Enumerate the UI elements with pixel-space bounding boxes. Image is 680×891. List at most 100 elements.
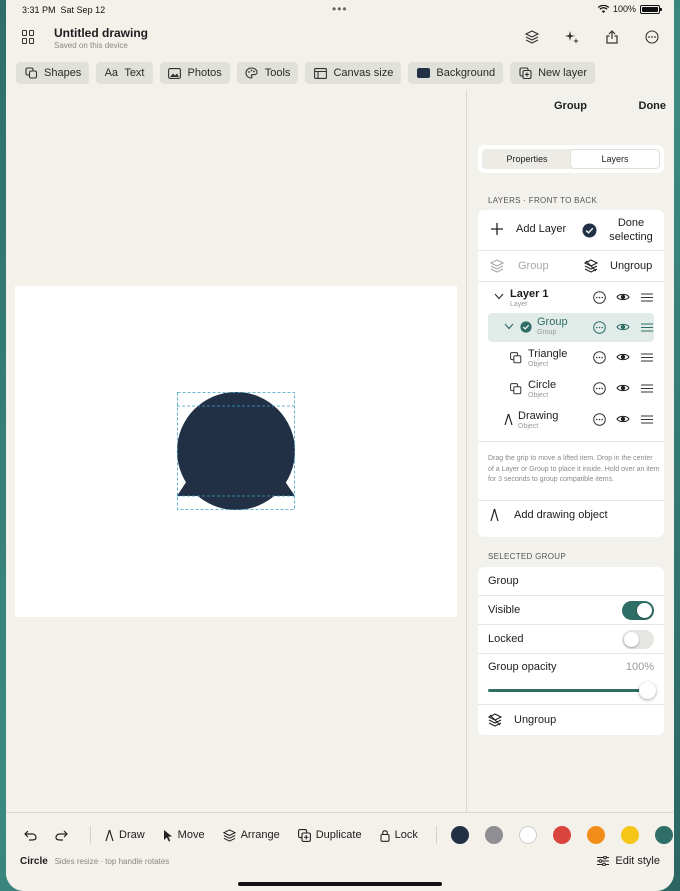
color-swatch[interactable] — [450, 826, 469, 844]
ungroup-button[interactable]: Ungroup — [584, 259, 652, 273]
layer-name: Drawing — [518, 410, 559, 422]
checkmark-circle-icon[interactable] — [520, 321, 532, 333]
layer-actions-row: Add Layer Done selecting — [478, 210, 664, 250]
drag-handle-icon[interactable] — [640, 413, 654, 425]
layer-row-drawing[interactable]: Drawing Object — [478, 404, 664, 435]
more-options-icon[interactable] — [592, 381, 606, 395]
undo-icon[interactable] — [24, 830, 37, 841]
locked-toggle[interactable] — [622, 630, 654, 649]
shape-object-icon — [510, 383, 522, 395]
eye-icon[interactable] — [616, 351, 630, 363]
layer-name: Layer 1 — [510, 288, 549, 300]
redo-icon[interactable] — [55, 830, 68, 841]
selected-group-shape[interactable] — [177, 392, 295, 510]
selected-group-name[interactable]: Group — [478, 567, 664, 595]
photos-button[interactable]: Photos — [159, 62, 230, 84]
color-swatch[interactable] — [586, 826, 605, 844]
status-time: 3:31 PM Sat Sep 12 — [22, 5, 106, 15]
canvas-size-button[interactable]: Canvas size — [305, 62, 402, 84]
color-swatch[interactable] — [654, 826, 673, 844]
move-button[interactable]: Move — [163, 829, 205, 842]
document-title[interactable]: Untitled drawing — [54, 26, 148, 40]
selection-hint: Sides resize · top handle rotates — [54, 857, 170, 866]
edit-style-button[interactable]: Edit style — [597, 855, 660, 867]
inspector-panel: Group Done Properties Layers LAYERS · FR… — [466, 90, 674, 812]
text-button[interactable]: Aa Text — [96, 62, 153, 84]
visible-toggle[interactable] — [622, 601, 654, 620]
more-options-icon[interactable] — [592, 320, 606, 334]
circle-shape[interactable] — [177, 392, 295, 510]
more-options-icon[interactable] — [592, 350, 606, 364]
group-button[interactable]: Group — [490, 259, 549, 273]
group-shape-graphic[interactable] — [177, 392, 295, 510]
chevron-down-icon[interactable] — [504, 323, 514, 330]
color-swatch[interactable] — [518, 826, 537, 844]
background-label: Background — [436, 67, 496, 79]
background-button[interactable]: Background — [408, 62, 504, 84]
layer-row-layer1[interactable]: Layer 1 Layer — [478, 282, 664, 313]
ungroup-row-label: Ungroup — [514, 714, 557, 726]
background-swatch-icon — [416, 67, 430, 79]
color-swatch[interactable] — [620, 826, 639, 844]
lock-button[interactable]: Lock — [380, 829, 418, 842]
tab-layers[interactable]: Layers — [571, 150, 659, 168]
draw-button[interactable]: Draw — [105, 829, 145, 842]
main-toolbar: Shapes Aa Text Photos Tools Canvas size … — [16, 62, 595, 84]
pointer-icon — [163, 829, 172, 841]
pen-nib-icon — [490, 508, 499, 522]
top-actions — [524, 29, 660, 45]
drag-handle-icon[interactable] — [640, 291, 654, 303]
add-drawing-object-button[interactable]: Add drawing object — [490, 508, 608, 522]
lock-label: Lock — [394, 829, 418, 841]
ungroup-row-button[interactable]: Ungroup — [478, 705, 664, 735]
layer-kind: Object — [528, 361, 549, 368]
arrange-button[interactable]: Arrange — [222, 828, 280, 842]
layer-row-circle[interactable]: Circle Object — [478, 373, 664, 404]
layer-row-triangle[interactable]: Triangle Object — [478, 342, 664, 373]
color-swatch[interactable] — [484, 826, 503, 844]
layer-kind: Object — [528, 392, 549, 399]
eye-icon[interactable] — [616, 321, 630, 333]
opacity-slider-track[interactable] — [488, 689, 654, 692]
chevron-down-icon[interactable] — [494, 293, 504, 300]
drag-handle-icon[interactable] — [640, 351, 654, 363]
opacity-slider-thumb[interactable] — [639, 682, 656, 699]
layer-kind: Layer — [510, 301, 528, 308]
multitasking-dots[interactable]: ••• — [332, 2, 348, 16]
eye-icon[interactable] — [616, 413, 630, 425]
eye-icon[interactable] — [616, 291, 630, 303]
duplicate-button[interactable]: Duplicate — [297, 828, 362, 842]
canvas-area[interactable] — [6, 90, 466, 812]
layer-kind: Object — [518, 423, 539, 430]
color-swatch[interactable] — [552, 826, 571, 844]
bottom-toolbar: Draw Move Arrange Duplicate Lock Circle — [6, 812, 674, 891]
more-options-icon[interactable] — [592, 412, 606, 426]
palette-icon — [245, 67, 259, 79]
add-layer-label: Add Layer — [516, 223, 567, 235]
more-icon[interactable] — [644, 29, 660, 45]
layer-row-group[interactable]: Group Group — [488, 313, 654, 342]
done-button[interactable]: Done — [639, 100, 667, 112]
more-options-icon[interactable] — [592, 290, 606, 304]
grid-icon[interactable] — [22, 30, 36, 44]
group-actions-row: Group Ungroup — [478, 251, 664, 281]
shapes-button[interactable]: Shapes — [16, 62, 90, 84]
edit-style-label: Edit style — [615, 855, 660, 867]
share-icon[interactable] — [604, 29, 620, 45]
tab-properties[interactable]: Properties — [483, 150, 571, 168]
drag-handle-icon[interactable] — [640, 382, 654, 394]
new-layer-button[interactable]: New layer — [510, 62, 595, 84]
bottom-tools-row: Draw Move Arrange Duplicate Lock — [24, 826, 674, 844]
selected-group-card: Group Visible Locked Group opacity 100% — [478, 567, 664, 735]
drag-handle-icon[interactable] — [640, 321, 654, 333]
done-selecting-button[interactable]: Done selecting — [582, 216, 657, 244]
tools-button[interactable]: Tools — [236, 62, 299, 84]
locked-row: Locked — [478, 625, 664, 653]
magic-sparkle-icon[interactable] — [564, 29, 580, 45]
home-indicator[interactable] — [238, 882, 442, 886]
canvas-size-icon — [313, 67, 327, 79]
eye-icon[interactable] — [616, 382, 630, 394]
layers-icon[interactable] — [524, 29, 540, 45]
add-layer-button[interactable]: Add Layer — [490, 222, 566, 236]
drawing-canvas[interactable] — [15, 286, 457, 617]
